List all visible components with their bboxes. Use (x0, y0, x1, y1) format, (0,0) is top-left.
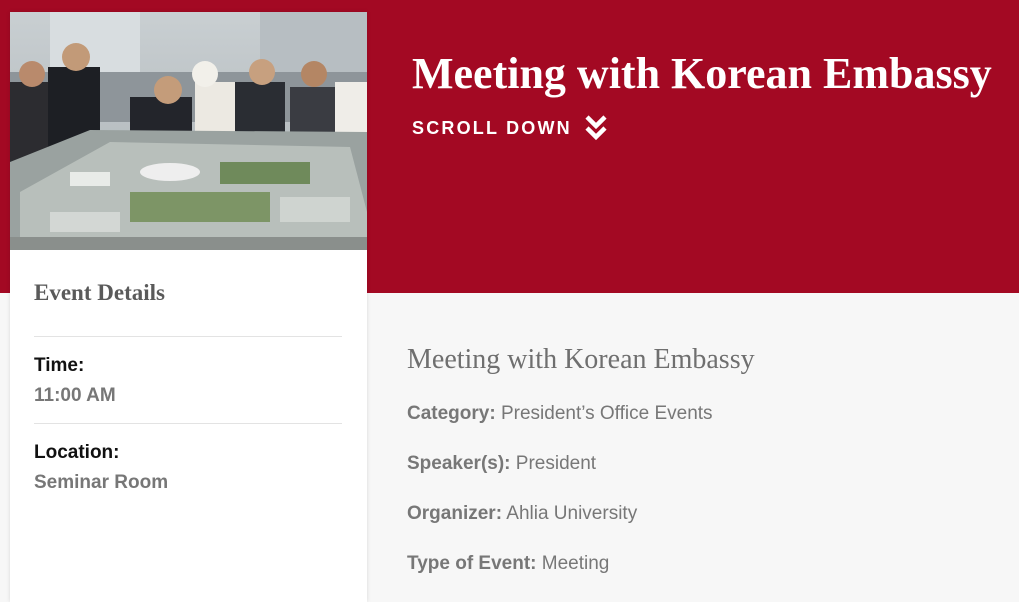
organizer-value: Ahlia University (506, 503, 638, 524)
location-block: Location: Seminar Room (34, 442, 342, 494)
event-type-label: Type of Event: (407, 553, 537, 574)
scroll-down-button[interactable]: SCROLL DOWN (412, 114, 608, 142)
organizer-row: Organizer: Ahlia University (407, 503, 755, 525)
speaker-label: Speaker(s): (407, 453, 511, 474)
category-label: Category: (407, 403, 496, 424)
category-value: President’s Office Events (500, 403, 713, 424)
double-chevron-down-icon (585, 115, 607, 141)
speaker-value: President (515, 453, 597, 474)
event-type-value: Meeting (541, 553, 610, 574)
event-details-card: Event Details Time: 11:00 AM Location: S… (10, 12, 367, 602)
time-block: Time: 11:00 AM (34, 355, 342, 407)
category-row: Category: President’s Office Events (407, 403, 755, 425)
event-photo (10, 12, 367, 250)
scroll-down-label: SCROLL DOWN (412, 117, 572, 138)
time-label: Time: (34, 355, 85, 376)
organizer-label: Organizer: (407, 503, 503, 524)
event-details: Event Details Time: 11:00 AM Location: S… (34, 280, 342, 494)
divider (34, 423, 342, 424)
event-info: Meeting with Korean Embassy Category: Pr… (407, 344, 755, 575)
location-label: Location: (34, 442, 120, 463)
event-title: Meeting with Korean Embassy (407, 344, 755, 375)
location-value: Seminar Room (34, 472, 169, 493)
speaker-row: Speaker(s): President (407, 453, 755, 475)
event-type-row: Type of Event: Meeting (407, 553, 755, 575)
divider (34, 336, 342, 337)
page-title: Meeting with Korean Embassy (412, 49, 992, 98)
time-value: 11:00 AM (34, 385, 116, 406)
event-details-heading: Event Details (34, 280, 165, 305)
